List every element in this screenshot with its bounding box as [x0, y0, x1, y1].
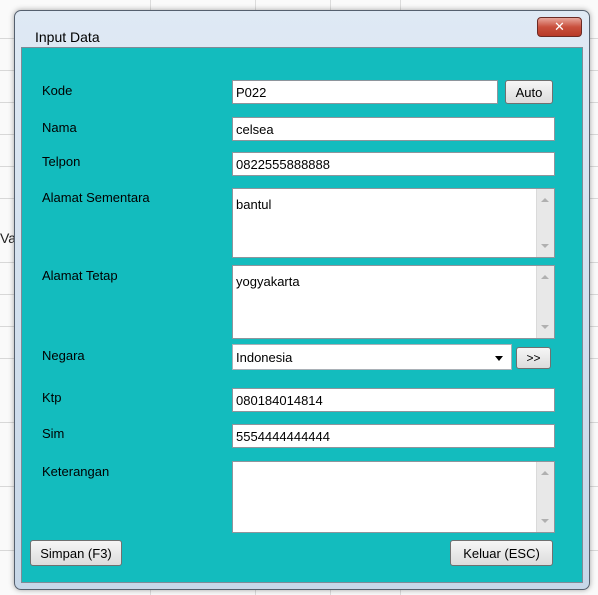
telpon-input[interactable]: 0822555888888 — [232, 152, 555, 176]
keterangan-label: Keterangan — [42, 464, 110, 479]
sim-label: Sim — [42, 426, 65, 441]
alamat-sementara-scrollbar[interactable] — [536, 189, 554, 257]
simpan-button[interactable]: Simpan (F3) — [30, 540, 122, 566]
nama-label: Nama — [42, 120, 77, 135]
chevron-down-icon[interactable] — [495, 356, 503, 361]
keterangan-textarea[interactable] — [232, 461, 555, 533]
title-bar[interactable]: Input Data ✕ — [15, 11, 589, 47]
scroll-down-icon[interactable] — [541, 325, 549, 329]
alamat-tetap-scrollbar[interactable] — [536, 266, 554, 338]
ktp-input[interactable]: 080184014814 — [232, 388, 555, 412]
close-icon: ✕ — [554, 19, 565, 35]
negara-more-button[interactable]: >> — [516, 347, 551, 369]
keluar-button[interactable]: Keluar (ESC) — [450, 540, 553, 566]
negara-selected-value: Indonesia — [236, 349, 293, 365]
alamat-tetap-label: Alamat Tetap — [42, 268, 118, 283]
alamat-tetap-value: yogyakarta — [236, 274, 300, 289]
form-panel: Kode P022 Auto Nama celsea Telpon 082255… — [21, 47, 583, 583]
window-title: Input Data — [35, 29, 100, 45]
negara-label: Negara — [42, 348, 85, 363]
telpon-label: Telpon — [42, 154, 81, 169]
alamat-sementara-value: bantul — [236, 197, 272, 212]
alamat-sementara-label: Alamat Sementara — [42, 190, 150, 205]
nama-input[interactable]: celsea — [232, 117, 555, 141]
input-data-dialog: Input Data ✕ Kode P022 Auto Nama celsea … — [14, 10, 590, 590]
keterangan-scrollbar[interactable] — [536, 462, 554, 532]
scroll-up-icon[interactable] — [541, 471, 549, 475]
scroll-up-icon[interactable] — [541, 198, 549, 202]
auto-button[interactable]: Auto — [505, 80, 553, 104]
close-button[interactable]: ✕ — [537, 17, 582, 37]
scroll-up-icon[interactable] — [541, 275, 549, 279]
ktp-label: Ktp — [42, 390, 62, 405]
negara-select[interactable]: Indonesia — [232, 344, 512, 370]
sim-input[interactable]: 5554444444444 — [232, 424, 555, 448]
kode-input[interactable]: P022 — [232, 80, 498, 104]
alamat-sementara-textarea[interactable]: bantul — [232, 188, 555, 258]
scroll-down-icon[interactable] — [541, 519, 549, 523]
kode-label: Kode — [42, 83, 73, 98]
alamat-tetap-textarea[interactable]: yogyakarta — [232, 265, 555, 339]
scroll-down-icon[interactable] — [541, 244, 549, 248]
